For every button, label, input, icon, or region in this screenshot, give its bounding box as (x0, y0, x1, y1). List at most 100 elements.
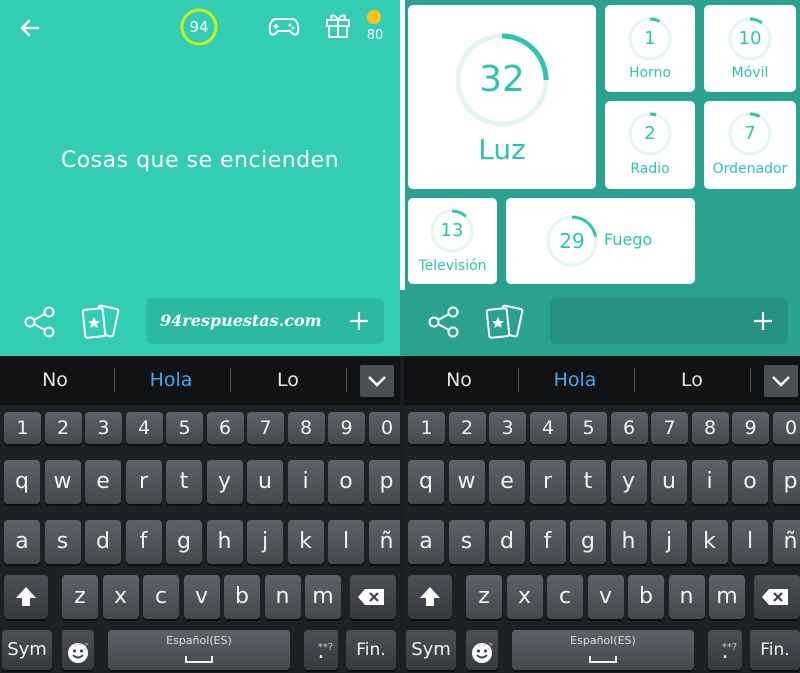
backspace-key[interactable] (350, 575, 396, 619)
key-d[interactable]: d (85, 520, 121, 564)
key-u[interactable]: u (651, 460, 687, 504)
key-u[interactable]: u (247, 460, 283, 504)
key-9[interactable]: 9 (732, 412, 769, 444)
period-key[interactable]: **?. (708, 630, 742, 670)
gamepad-icon[interactable] (268, 14, 300, 38)
key-3[interactable]: 3 (489, 412, 526, 444)
key-5[interactable]: 5 (166, 412, 203, 444)
key-f[interactable]: f (529, 520, 566, 564)
key-9[interactable]: 9 (328, 412, 365, 444)
back-arrow-icon[interactable] (16, 14, 44, 42)
key-k[interactable]: k (287, 520, 324, 564)
key-j[interactable]: j (247, 520, 283, 564)
hint-cards-icon[interactable] (484, 303, 526, 341)
key-q[interactable]: q (408, 460, 444, 504)
key-x[interactable]: x (102, 575, 139, 619)
key-k[interactable]: k (691, 520, 728, 564)
key-q[interactable]: q (4, 460, 40, 504)
key-2[interactable]: 2 (448, 412, 486, 444)
key-y[interactable]: y (610, 460, 647, 504)
key-6[interactable]: 6 (206, 412, 244, 444)
answer-tile-4[interactable]: 7 Ordenador (704, 101, 796, 189)
finish-key[interactable]: Fin. (346, 630, 396, 670)
key-i[interactable]: i (287, 460, 324, 504)
suggestion-lo[interactable]: Lo (233, 356, 343, 405)
key-3[interactable]: 3 (85, 412, 122, 444)
answer-input[interactable]: 94respuestas.com (146, 298, 384, 344)
key-o[interactable]: o (328, 460, 364, 504)
key-a[interactable]: a (408, 520, 444, 564)
answer-tile-5[interactable]: 13 Televisión (408, 198, 497, 284)
answer-tile-0[interactable]: 32 Luz (408, 5, 596, 189)
key-ñ[interactable]: ñ (368, 520, 400, 564)
share-icon[interactable] (22, 304, 58, 340)
key-c[interactable]: c (547, 575, 583, 619)
key-o[interactable]: o (732, 460, 768, 504)
key-1[interactable]: 1 (408, 412, 445, 444)
key-j[interactable]: j (651, 520, 687, 564)
sym-key[interactable]: Sym (2, 630, 52, 670)
key-2[interactable]: 2 (44, 412, 82, 444)
plus-icon[interactable] (348, 310, 370, 332)
key-8[interactable]: 8 (691, 412, 729, 444)
key-h[interactable]: h (610, 520, 647, 564)
key-r[interactable]: r (529, 460, 566, 504)
key-r[interactable]: r (125, 460, 162, 504)
expand-suggestions-button[interactable] (360, 365, 394, 397)
key-5[interactable]: 5 (570, 412, 607, 444)
key-y[interactable]: y (206, 460, 243, 504)
key-l[interactable]: l (732, 520, 768, 564)
key-7[interactable]: 7 (247, 412, 284, 444)
key-m[interactable]: m (709, 575, 745, 619)
key-g[interactable]: g (570, 520, 606, 564)
answer-tile-1[interactable]: 1 Horno (605, 5, 695, 92)
key-v[interactable]: v (587, 575, 624, 619)
key-x[interactable]: x (506, 575, 543, 619)
answer-tile-2[interactable]: 10 Móvil (704, 5, 796, 92)
suggestion-lo[interactable]: Lo (637, 356, 747, 405)
key-e[interactable]: e (489, 460, 525, 504)
answer-tile-6[interactable]: 29 Fuego (506, 198, 695, 284)
key-n[interactable]: n (264, 575, 301, 619)
answer-input[interactable] (550, 298, 788, 344)
space-key[interactable]: Español(ES) (108, 630, 290, 670)
key-v[interactable]: v (183, 575, 220, 619)
shift-key[interactable] (4, 575, 48, 619)
share-icon[interactable] (426, 304, 462, 340)
key-7[interactable]: 7 (651, 412, 688, 444)
key-h[interactable]: h (206, 520, 243, 564)
key-4[interactable]: 4 (529, 412, 567, 444)
suggestion-hola[interactable]: Hola (116, 356, 226, 405)
key-b[interactable]: b (628, 575, 664, 619)
key-d[interactable]: d (489, 520, 525, 564)
answer-tile-3[interactable]: 2 Radio (605, 101, 695, 189)
sym-key[interactable]: Sym (406, 630, 456, 670)
key-0[interactable]: 0 (772, 412, 800, 444)
key-a[interactable]: a (4, 520, 40, 564)
key-w[interactable]: w (44, 460, 81, 504)
key-p[interactable]: p (368, 460, 400, 504)
key-t[interactable]: t (166, 460, 202, 504)
key-s[interactable]: s (44, 520, 81, 564)
suggestion-hola[interactable]: Hola (520, 356, 630, 405)
key-w[interactable]: w (448, 460, 485, 504)
key-ñ[interactable]: ñ (772, 520, 800, 564)
key-l[interactable]: l (328, 520, 364, 564)
key-p[interactable]: p (772, 460, 800, 504)
key-g[interactable]: g (166, 520, 202, 564)
hint-cards-icon[interactable] (80, 303, 122, 341)
key-z[interactable]: z (62, 575, 98, 619)
suggestion-no[interactable]: No (0, 356, 110, 405)
shift-key[interactable] (408, 575, 452, 619)
key-e[interactable]: e (85, 460, 121, 504)
suggestion-no[interactable]: No (404, 356, 514, 405)
key-8[interactable]: 8 (287, 412, 325, 444)
backspace-key[interactable] (754, 575, 800, 619)
key-m[interactable]: m (305, 575, 341, 619)
key-4[interactable]: 4 (125, 412, 163, 444)
key-i[interactable]: i (691, 460, 728, 504)
key-n[interactable]: n (668, 575, 705, 619)
key-c[interactable]: c (143, 575, 179, 619)
key-f[interactable]: f (125, 520, 162, 564)
key-z[interactable]: z (466, 575, 502, 619)
